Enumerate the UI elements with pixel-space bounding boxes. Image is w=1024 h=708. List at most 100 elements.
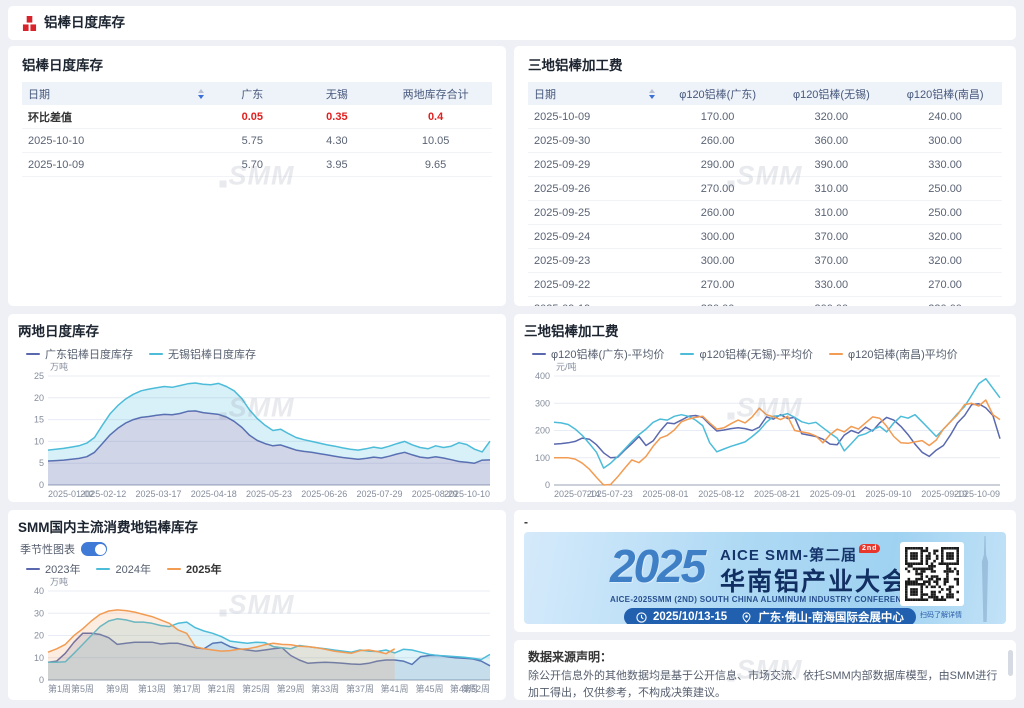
tower-silhouette [978,536,992,622]
value-cell: 390.00 [774,153,888,177]
conference-banner[interactable]: 2025 AICE SMM-第二届2nd 华南铝产业大会 AICE-2025SM… [524,532,1006,624]
svg-text:第13周: 第13周 [138,683,166,694]
legend-item[interactable]: φ120铝棒(广东)-平均价 [532,346,664,362]
table-row: 2025-10-095.703.959.65 [22,153,492,177]
legend-mark-icon [149,353,163,356]
banner-line2: 华南铝产业大会 [720,562,909,598]
date-cell: 2025-10-10 [22,129,210,153]
disclaimer-body: 除公开信息外的其他数据均是基于公开信息、市场交流、依托SMM内部数据库模型，由S… [528,668,1002,700]
banner-panel-title: - [524,514,1006,530]
toggle-knob [95,544,106,555]
table-row: 2025-09-19230.00300.00230.00 [528,297,1002,307]
date-cell: 2025-09-30 [528,129,661,153]
value-cell: 300.00 [661,249,775,273]
legend-mark-icon [680,353,694,356]
legend-mark-icon [96,568,110,571]
date-cell: 2025-09-29 [528,153,661,177]
diff-value: 0.05 [210,105,295,129]
value-cell: 260.00 [661,201,775,225]
legend-item[interactable]: 2024年 [96,561,150,577]
legend-item[interactable]: 2023年 [26,561,80,577]
diff-row: 环比差值0.050.350.4 [22,105,492,129]
column-header: φ120铝棒(南昌) [888,82,1002,105]
fee-table-title: 三地铝棒加工费 [528,56,1002,76]
banner-venue: 广东·佛山-南海国际会展中心 [758,609,904,624]
svg-text:第17周: 第17周 [173,683,201,694]
value-cell: 330.00 [774,273,888,297]
seasonal-chart-panel: SMM国内主流消费地铝棒库存 季节性图表 2023年2024年2025年 010… [8,510,506,700]
inventory-table-head: 日期广东无锡两地库存合计 [22,82,492,105]
svg-text:元/吨: 元/吨 [556,362,577,372]
fee-legend: φ120铝棒(广东)-平均价 φ120铝棒(无锡)-平均价 φ120铝棒(南昌)平均… [532,346,1006,362]
inventory-table-panel: 铝棒日度库存 日期广东无锡两地库存合计 环比差值0.050.350.42025-… [8,46,506,306]
value-cell: 310.00 [774,201,888,225]
value-cell: 170.00 [661,105,775,129]
svg-text:2025-09-10: 2025-09-10 [865,489,911,499]
legend-label: φ120铝棒(无锡)-平均价 [699,346,812,362]
table-row: 2025-09-29290.00390.00330.00 [528,153,1002,177]
value-cell: 320.00 [774,105,888,129]
svg-text:2025-02-12: 2025-02-12 [80,489,126,499]
banner-date-venue-pill: 2025/10/13-15 广东·佛山-南海国际会展中心 [624,608,916,624]
svg-text:5: 5 [39,458,44,468]
legend-item[interactable]: φ120铝棒(无锡)-平均价 [680,346,812,362]
column-header: φ120铝棒(无锡) [774,82,888,105]
value-cell: 310.00 [774,177,888,201]
app-header: 铝棒日度库存 [8,6,1016,40]
legend-item[interactable]: 广东铝棒日度库存 [26,346,133,362]
value-cell: 230.00 [661,297,775,307]
sort-icon[interactable] [198,89,204,99]
svg-text:第45周: 第45周 [415,683,443,694]
svg-text:2025-08-21: 2025-08-21 [754,489,800,499]
table-row: 2025-09-25260.00310.00250.00 [528,201,1002,225]
value-cell: 370.00 [774,225,888,249]
table-row: 2025-10-09170.00320.00240.00 [528,105,1002,129]
sort-icon[interactable] [649,89,655,99]
column-header[interactable]: 日期 [528,82,661,105]
date-cell: 2025-09-22 [528,273,661,297]
legend-item[interactable]: 2025年 [167,561,221,577]
fee-table-panel: 三地铝棒加工费 日期φ120铝棒(广东)φ120铝棒(无锡)φ120铝棒(南昌)… [514,46,1016,306]
value-cell: 300.00 [774,297,888,307]
value-cell: 270.00 [888,273,1002,297]
svg-text:第37周: 第37周 [346,683,374,694]
svg-text:20: 20 [34,393,44,403]
scrollbar-thumb[interactable] [1008,650,1013,676]
value-cell: 240.00 [888,105,1002,129]
table-row: 2025-09-23300.00370.00320.00 [528,249,1002,273]
diff-value: 0.35 [295,105,380,129]
svg-text:第52周: 第52周 [462,683,490,694]
disclaimer-panel: 数据来源声明： 除公开信息外的其他数据均是基于公开信息、市场交流、依托SMM内部… [514,640,1016,700]
column-header: 无锡 [295,82,380,105]
value-cell: 300.00 [888,129,1002,153]
svg-text:10: 10 [34,436,44,446]
location-pin-icon [741,612,752,623]
svg-text:第41周: 第41周 [381,683,409,694]
svg-text:2025-03-17: 2025-03-17 [135,489,181,499]
two-region-chart-panel: 两地日度库存 广东铝棒日度库存无锡铝棒日度库存 0510152025万吨2025… [8,314,506,502]
svg-text:第29周: 第29周 [277,683,305,694]
clock-icon [636,612,647,623]
fee-table-head: 日期φ120铝棒(广东)φ120铝棒(无锡)φ120铝棒(南昌) [528,82,1002,105]
svg-text:200: 200 [535,426,550,436]
legend-item[interactable]: φ120铝棒(南昌)平均价 [829,346,958,362]
column-header[interactable]: 日期 [22,82,210,105]
two-region-chart: 0510152025万吨2025-01-022025-02-122025-03-… [18,362,496,500]
fee-table-body: 2025-10-09170.00320.00240.002025-09-3026… [528,105,1002,306]
seasonal-toggle[interactable] [81,542,107,556]
table-row: 2025-09-30260.00360.00300.00 [528,129,1002,153]
value-cell: 4.30 [295,129,380,153]
svg-text:10: 10 [34,653,44,663]
value-cell: 320.00 [888,225,1002,249]
legend-item[interactable]: 无锡铝棒日度库存 [149,346,256,362]
svg-text:第5周: 第5周 [71,683,94,694]
column-header: 两地库存合计 [379,82,492,105]
svg-text:2025-07-29: 2025-07-29 [356,489,402,499]
seasonal-legend: 2023年 2024年 2025年 [26,561,496,577]
value-cell: 10.05 [379,129,492,153]
svg-text:0: 0 [545,480,550,490]
date-cell: 2025-09-25 [528,201,661,225]
value-cell: 9.65 [379,153,492,177]
disclaimer-title: 数据来源声明： [528,648,1002,665]
legend-label: 无锡铝棒日度库存 [168,346,256,362]
